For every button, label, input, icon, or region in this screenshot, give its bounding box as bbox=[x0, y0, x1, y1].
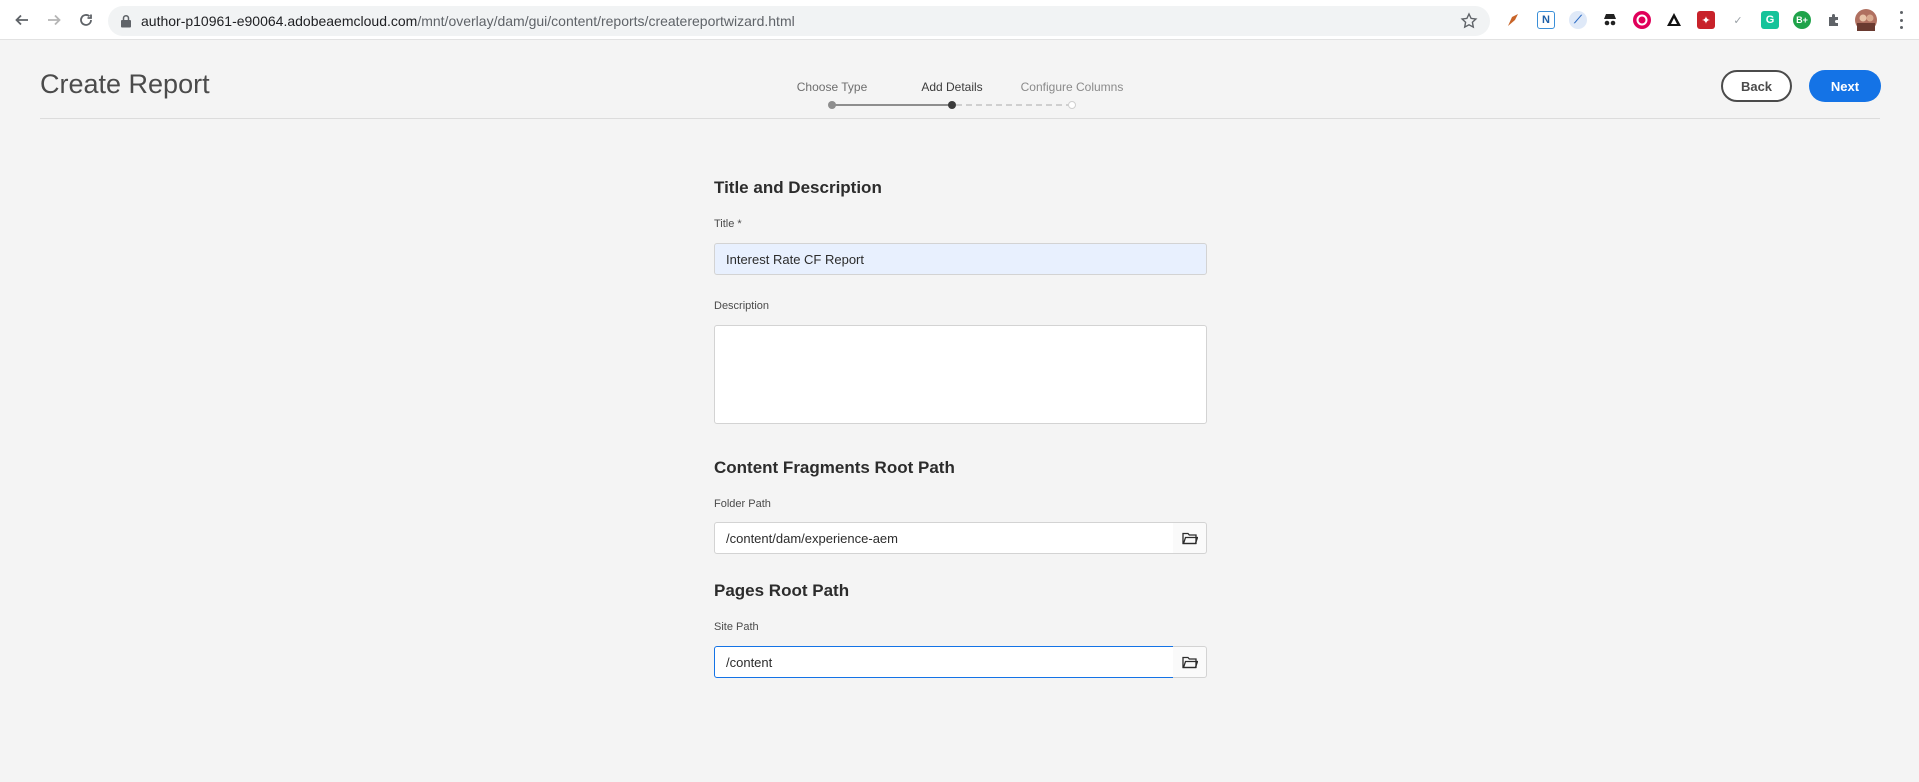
site-path-input[interactable] bbox=[714, 646, 1174, 678]
browser-menu-icon[interactable] bbox=[1898, 11, 1904, 29]
site-path-label: Site Path bbox=[714, 621, 759, 633]
header-divider bbox=[40, 118, 1880, 119]
section-title-description: Title and Description bbox=[714, 178, 882, 197]
step-dot-add-details bbox=[948, 101, 956, 109]
folder-path-input[interactable] bbox=[714, 522, 1174, 554]
folder-open-icon bbox=[1181, 532, 1198, 545]
step-progress-done bbox=[832, 104, 952, 106]
back-arrow-icon[interactable] bbox=[12, 10, 32, 30]
url-host: author-p10961-e90064.adobeaemcloud.com bbox=[141, 13, 418, 29]
step-dot-configure-columns bbox=[1068, 101, 1076, 109]
reload-icon[interactable] bbox=[76, 10, 96, 30]
adobe-icon[interactable] bbox=[1665, 11, 1683, 29]
description-textarea[interactable] bbox=[714, 325, 1207, 424]
spy-icon[interactable] bbox=[1601, 11, 1619, 29]
step-choose-type[interactable]: Choose Type bbox=[797, 80, 868, 94]
pen-tool-icon[interactable] bbox=[1505, 11, 1523, 29]
page-title: Create Report bbox=[40, 69, 210, 99]
profile-avatar[interactable] bbox=[1855, 9, 1877, 31]
section-pages-root-path: Pages Root Path bbox=[714, 581, 850, 600]
step-configure-columns: Configure Columns bbox=[1020, 80, 1124, 94]
compass-icon[interactable]: ⟋ bbox=[1569, 11, 1587, 29]
step-progress-remaining bbox=[956, 104, 1072, 106]
title-label: Title * bbox=[714, 218, 742, 230]
folder-browse-button[interactable] bbox=[1173, 522, 1207, 554]
lock-icon bbox=[121, 14, 131, 28]
folder-path-label: Folder Path bbox=[714, 498, 771, 510]
browser-toolbar: author-p10961-e90064.adobeaemcloud.com/m… bbox=[0, 0, 1919, 40]
url-path: /mnt/overlay/dam/gui/content/reports/cre… bbox=[417, 13, 795, 29]
step-add-details: Add Details bbox=[921, 80, 983, 94]
red-extension-icon[interactable]: ✦ bbox=[1697, 11, 1715, 29]
puzzle-icon[interactable] bbox=[1825, 11, 1843, 29]
title-input[interactable] bbox=[714, 243, 1207, 275]
notion-icon[interactable]: N bbox=[1537, 11, 1555, 29]
bookmark-star-icon[interactable] bbox=[1460, 12, 1478, 30]
bird-icon[interactable]: ✓ bbox=[1729, 11, 1747, 29]
site-browse-button[interactable] bbox=[1173, 646, 1207, 678]
grammarly-icon[interactable]: G bbox=[1761, 11, 1779, 29]
step-dot-choose-type bbox=[828, 101, 836, 109]
description-label: Description bbox=[714, 300, 770, 312]
b-plus-icon[interactable]: B+ bbox=[1793, 11, 1811, 29]
url-text: author-p10961-e90064.adobeaemcloud.com/m… bbox=[141, 13, 795, 29]
folder-open-icon bbox=[1181, 656, 1198, 669]
section-cf-root-path: Content Fragments Root Path bbox=[714, 458, 955, 477]
chromecast-icon[interactable] bbox=[1633, 11, 1651, 29]
next-button[interactable]: Next bbox=[1809, 70, 1881, 102]
address-bar[interactable]: author-p10961-e90064.adobeaemcloud.com/m… bbox=[108, 6, 1490, 36]
back-button[interactable]: Back bbox=[1721, 70, 1792, 102]
forward-arrow-icon[interactable] bbox=[44, 10, 64, 30]
